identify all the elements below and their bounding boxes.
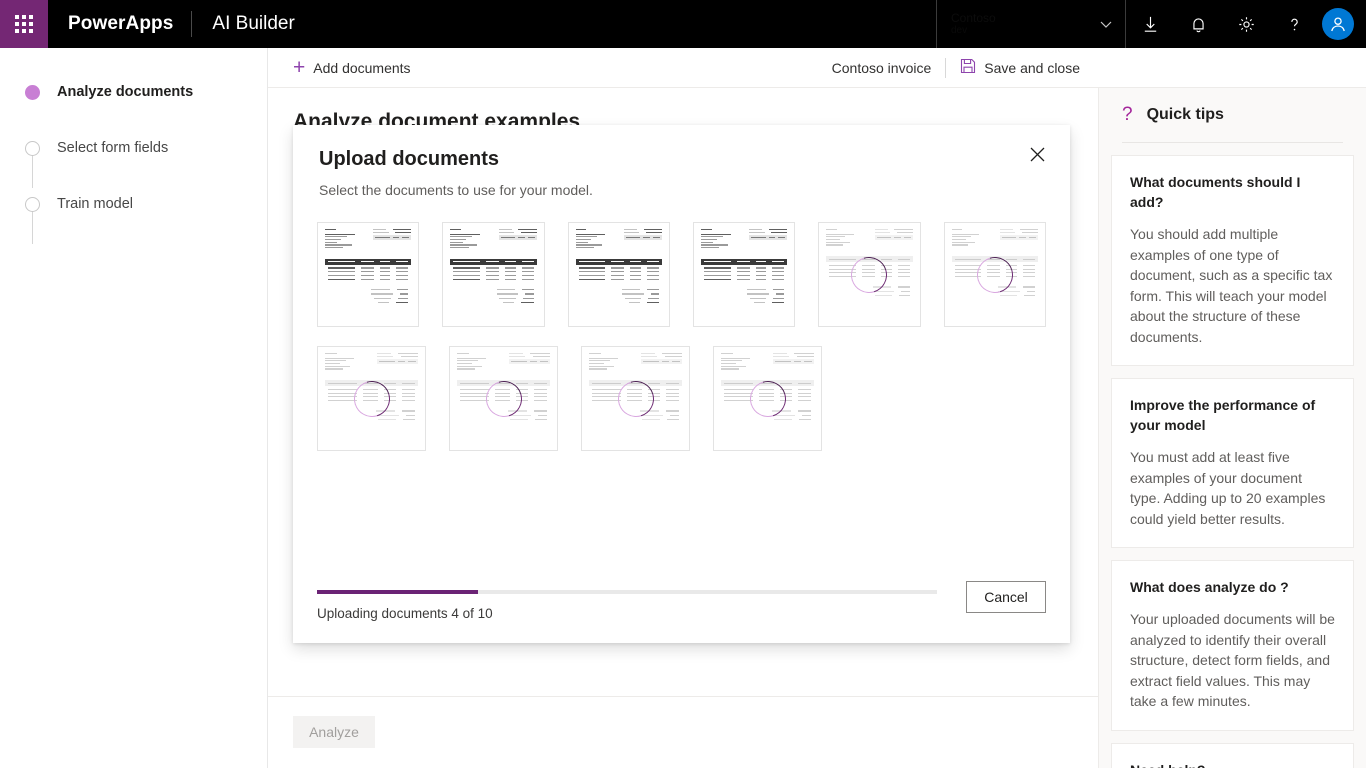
tip-card: Need help? Check out the documentation i… — [1111, 742, 1354, 768]
quick-tips-header: ? Quick tips — [1111, 88, 1354, 142]
question-icon[interactable] — [1270, 0, 1318, 48]
question-icon: ? — [1122, 104, 1133, 125]
suite-bar: PowerApps AI Builder Contoso dev — [0, 0, 1366, 48]
document-thumbnail-grid — [293, 200, 1070, 451]
document-thumbnail-uploading[interactable] — [317, 346, 426, 451]
document-thumbnail[interactable] — [442, 222, 545, 327]
environment-sub: dev — [951, 25, 968, 36]
upload-progress-bar — [317, 590, 937, 594]
upload-progress-fill — [317, 590, 479, 594]
suitebar-icons — [1126, 0, 1366, 48]
wizard-rail: Analyze documents Select form fields Tra… — [0, 48, 268, 768]
close-icon — [1030, 147, 1045, 165]
thumbnail-row — [317, 346, 1046, 451]
tip-card: What does analyze do ? Your uploaded doc… — [1111, 560, 1354, 731]
wizard-step-select-form-fields[interactable]: Select form fields — [24, 136, 267, 160]
chevron-down-icon — [1099, 17, 1113, 31]
waffle-icon — [15, 15, 33, 33]
command-bar: + Add documents Contoso invoice Save and… — [268, 48, 1366, 88]
tip-answer: You should add multiple examples of one … — [1130, 226, 1333, 345]
dialog-header: Upload documents Select the documents to… — [293, 125, 1070, 200]
dialog-title: Upload documents — [319, 148, 500, 170]
add-documents-label: Add documents — [313, 59, 411, 76]
app-root: PowerApps AI Builder Contoso dev Analyze… — [0, 0, 1366, 768]
dialog-subtitle: Select the documents to use for your mod… — [319, 182, 593, 198]
wizard-step-analyze-documents[interactable]: Analyze documents — [24, 80, 267, 104]
bell-icon[interactable] — [1174, 0, 1222, 48]
wizard-steps: Analyze documents Select form fields Tra… — [0, 80, 267, 216]
brand-powerapps[interactable]: PowerApps — [48, 13, 191, 35]
tip-answer: Your uploaded documents will be analyzed… — [1130, 611, 1335, 709]
save-and-close-button[interactable]: Save and close — [960, 58, 1080, 79]
gear-icon[interactable] — [1222, 0, 1270, 48]
app-name-ai-builder[interactable]: AI Builder — [192, 13, 314, 35]
wizard-step-label: Analyze documents — [57, 84, 194, 100]
document-thumbnail-uploading[interactable] — [818, 222, 921, 327]
step-dot-icon — [25, 84, 40, 100]
tip-question: What does analyze do ? — [1130, 579, 1289, 595]
command-bar-right: Contoso invoice Save and close — [832, 48, 1098, 88]
save-icon — [960, 58, 984, 79]
upload-status-text: Uploading documents 4 of 10 — [317, 606, 493, 621]
upload-documents-dialog: Upload documents Select the documents to… — [293, 125, 1070, 643]
document-thumbnail-uploading[interactable] — [713, 346, 822, 451]
app-launcher-button[interactable] — [0, 0, 48, 48]
dialog-footer: Uploading documents 4 of 10 Cancel — [293, 581, 1070, 643]
wizard-step-label: Train model — [57, 196, 134, 212]
tip-card: What documents should I add? You should … — [1111, 155, 1354, 366]
invoice-preview — [318, 223, 418, 326]
tip-question: Improve the performance of your model — [1130, 397, 1316, 433]
command-divider — [945, 58, 947, 78]
wizard-step-label: Select form fields — [57, 140, 169, 156]
add-documents-button[interactable]: + Add documents — [293, 48, 411, 88]
document-thumbnail[interactable] — [692, 222, 796, 327]
analyze-button[interactable]: Analyze — [293, 716, 375, 748]
quick-tips-divider — [1122, 142, 1343, 143]
document-thumbnail-uploading[interactable] — [943, 222, 1046, 327]
invoice-preview — [694, 223, 794, 326]
environment-name: Contoso — [951, 11, 996, 25]
invoice-preview — [569, 223, 669, 326]
close-button[interactable] — [1020, 139, 1054, 173]
document-thumbnail-uploading[interactable] — [581, 346, 690, 451]
content-divider — [268, 696, 1098, 697]
step-dot-icon — [25, 140, 40, 156]
download-icon[interactable] — [1126, 0, 1174, 48]
avatar[interactable] — [1322, 8, 1354, 40]
tip-card: Improve the performance of your model Yo… — [1111, 378, 1354, 548]
step-dot-icon — [25, 196, 40, 212]
quick-tips-panel: ? Quick tips What documents should I add… — [1098, 88, 1366, 768]
invoice-preview — [443, 223, 543, 326]
tip-question: Need help? — [1130, 760, 1335, 768]
plus-icon: + — [293, 56, 306, 79]
document-thumbnail[interactable] — [317, 222, 420, 327]
thumbnail-row — [317, 222, 1046, 327]
wizard-step-train-model[interactable]: Train model — [24, 192, 267, 216]
document-thumbnail-uploading[interactable] — [449, 346, 558, 451]
tip-answer: You must add at least five examples of y… — [1130, 449, 1326, 527]
save-and-close-label: Save and close — [984, 60, 1080, 76]
model-name: Contoso invoice — [831, 60, 932, 76]
tip-question: What documents should I add? — [1130, 174, 1301, 210]
document-thumbnail[interactable] — [567, 222, 670, 327]
cancel-button[interactable]: Cancel — [966, 581, 1046, 613]
quick-tips-title: Quick tips — [1146, 106, 1224, 123]
environment-picker[interactable]: Contoso dev — [936, 0, 1126, 48]
